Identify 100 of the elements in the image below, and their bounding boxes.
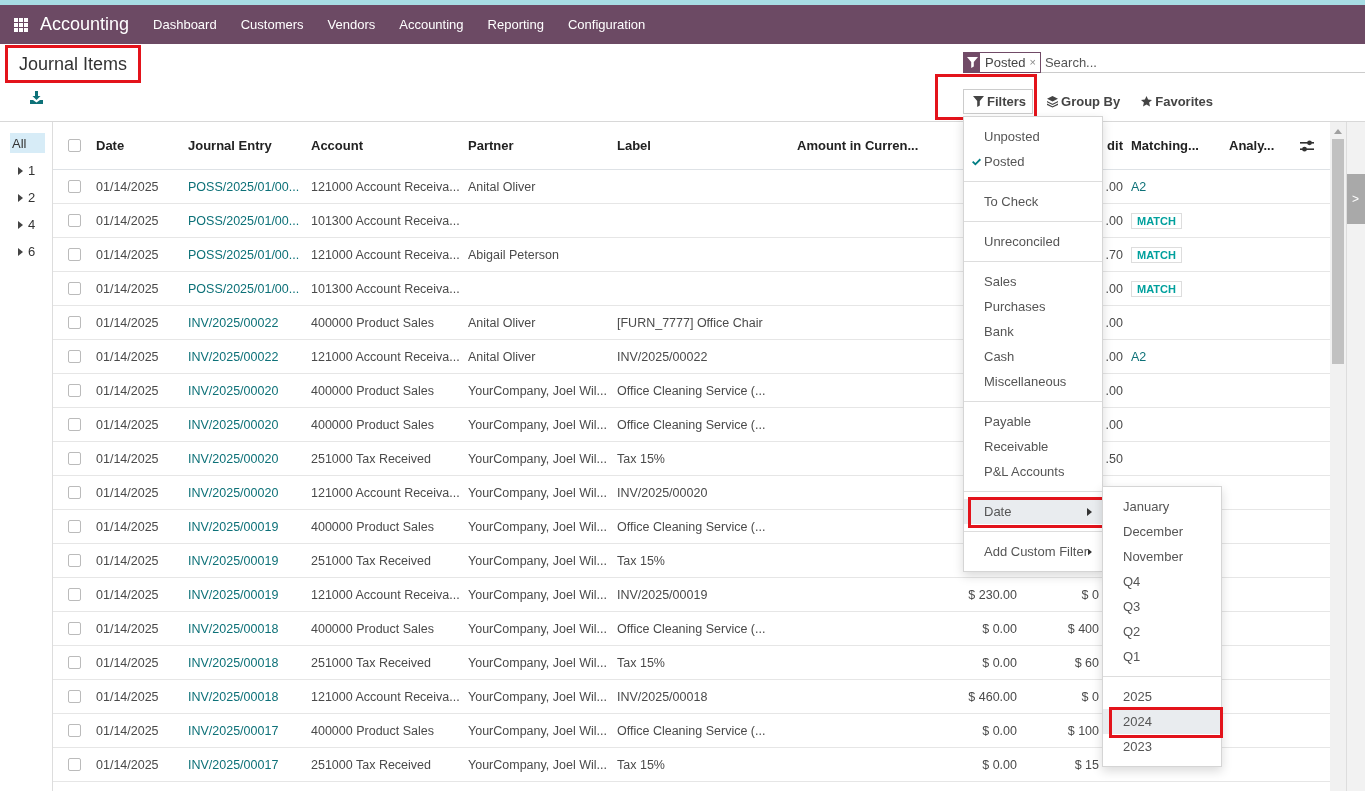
journal-entry-link[interactable]: INV/2025/00019 [188, 553, 279, 568]
menu-option[interactable]: Q1 [1103, 644, 1221, 669]
search-field[interactable]: Search... [1040, 52, 1365, 72]
sidebar-item[interactable]: 4 [10, 211, 52, 238]
sidebar-item[interactable]: All [10, 133, 45, 153]
checkbox[interactable] [68, 316, 81, 329]
menu-option[interactable]: To Check [964, 189, 1102, 214]
menu-option[interactable]: Miscellaneous [964, 369, 1102, 394]
remove-facet-button[interactable]: × [1029, 56, 1040, 68]
journal-entry-link[interactable]: POSS/2025/01/00... [188, 281, 300, 296]
menu-option[interactable]: Q4 [1103, 569, 1221, 594]
matching-link[interactable]: A2 [1131, 179, 1147, 194]
checkbox[interactable] [68, 588, 81, 601]
column-header[interactable]: Amount in Curren... [797, 138, 919, 153]
account-cell: 121000 Account Receiva... [311, 179, 460, 194]
menu-option[interactable]: 2025 [1103, 684, 1221, 709]
checkbox[interactable] [68, 520, 81, 533]
caret-icon [18, 247, 23, 256]
menu-option[interactable]: Add Custom Filter [964, 539, 1102, 564]
column-header[interactable]: Partner [468, 138, 514, 153]
date-cell: 01/14/2025 [96, 417, 159, 432]
column-header[interactable]: dit [1107, 138, 1123, 153]
menu-option[interactable]: November [1103, 544, 1221, 569]
account-cell: 400000 Product Sales [311, 621, 434, 636]
toolbar-button[interactable]: Filters [963, 89, 1033, 114]
account-cell: 121000 Account Receiva... [311, 349, 460, 364]
menu-option[interactable]: Unreconciled [964, 229, 1102, 254]
checkbox[interactable] [68, 248, 81, 261]
sidebar-item[interactable]: 2 [10, 184, 52, 211]
menu-item[interactable]: Dashboard [141, 17, 229, 32]
menu-option[interactable]: Sales [964, 269, 1102, 294]
menu-option[interactable]: Q3 [1103, 594, 1221, 619]
menu-option[interactable]: Cash [964, 344, 1102, 369]
sliders-icon[interactable] [1300, 139, 1314, 152]
account-cell: 400000 Product Sales [311, 315, 434, 330]
app-name[interactable]: Accounting [40, 14, 130, 35]
scroll-up-arrow-icon[interactable] [1334, 129, 1342, 134]
checkbox[interactable] [68, 554, 81, 567]
journal-entry-link[interactable]: INV/2025/00019 [188, 519, 279, 534]
menu-item[interactable]: Reporting [475, 17, 556, 32]
download-button[interactable] [27, 89, 46, 106]
menu-option[interactable]: P&L Accounts [964, 459, 1102, 484]
menu-item[interactable]: Configuration [555, 17, 658, 32]
column-header[interactable]: Date [96, 138, 125, 153]
journal-entry-link[interactable]: POSS/2025/01/00... [188, 247, 300, 262]
checkbox[interactable] [68, 486, 81, 499]
menu-item[interactable]: Customers [228, 17, 316, 32]
checkbox[interactable] [68, 656, 81, 669]
journal-entry-link[interactable]: INV/2025/00020 [188, 485, 279, 500]
checkbox[interactable] [68, 350, 81, 363]
journal-entry-link[interactable]: POSS/2025/01/00... [188, 213, 300, 228]
apps-grid-icon[interactable] [14, 17, 28, 32]
column-header[interactable]: Account [311, 138, 363, 153]
menu-option[interactable]: Unposted [964, 124, 1102, 149]
sidebar-item[interactable]: 1 [10, 157, 52, 184]
journal-entry-link[interactable]: INV/2025/00020 [188, 417, 279, 432]
menu-option[interactable]: Receivable [964, 434, 1102, 459]
filter-facet[interactable]: Posted × [963, 51, 1041, 73]
journal-entry-link[interactable]: INV/2025/00020 [188, 451, 279, 466]
menu-item[interactable]: Vendors [315, 17, 388, 32]
column-header[interactable]: Label [617, 138, 651, 153]
menu-option[interactable]: Purchases [964, 294, 1102, 319]
menu-option[interactable]: January [1103, 494, 1221, 519]
journal-entry-link[interactable]: INV/2025/00018 [188, 655, 279, 670]
scrollbar[interactable] [1330, 122, 1346, 791]
sidebar-item[interactable]: 6 [10, 238, 52, 265]
journal-entry-link[interactable]: INV/2025/00017 [188, 757, 279, 772]
checkbox[interactable] [68, 724, 81, 737]
menu-option[interactable]: December [1103, 519, 1221, 544]
menu-option[interactable]: Payable [964, 409, 1102, 434]
menu-option[interactable]: Posted [964, 149, 1102, 174]
column-header[interactable]: Analy... [1229, 138, 1275, 153]
column-header[interactable]: Journal Entry [188, 138, 272, 153]
menu-option[interactable]: Bank [964, 319, 1102, 344]
checkbox[interactable] [68, 690, 81, 703]
checkbox[interactable] [68, 452, 81, 465]
checkbox[interactable] [68, 180, 81, 193]
credit-cell: .00 [1105, 349, 1123, 364]
journal-entry-link[interactable]: INV/2025/00018 [188, 689, 279, 704]
journal-entry-link[interactable]: INV/2025/00020 [188, 383, 279, 398]
journal-entry-link[interactable]: INV/2025/00018 [188, 621, 279, 636]
checkbox[interactable] [68, 384, 81, 397]
menu-option[interactable]: Q2 [1103, 619, 1221, 644]
journal-entry-link[interactable]: POSS/2025/01/00... [188, 179, 300, 194]
journal-entry-link[interactable]: INV/2025/00019 [188, 587, 279, 602]
matching-link[interactable]: A2 [1131, 349, 1147, 364]
checkbox[interactable] [68, 418, 81, 431]
checkbox[interactable] [68, 622, 81, 635]
journal-entry-link[interactable]: INV/2025/00022 [188, 315, 279, 330]
journal-entry-link[interactable]: INV/2025/00022 [188, 349, 279, 364]
menu-option[interactable]: 2023 [1103, 734, 1221, 759]
journal-entry-link[interactable]: INV/2025/00017 [188, 723, 279, 738]
menu-item[interactable]: Accounting [387, 17, 476, 32]
checkbox[interactable] [68, 214, 81, 227]
column-header[interactable]: Matching... [1131, 138, 1199, 153]
checkbox[interactable] [68, 758, 81, 771]
checkbox[interactable] [68, 282, 81, 295]
checkbox[interactable] [68, 139, 81, 152]
credit-cell: $ 0 [1081, 587, 1099, 602]
caret-icon [18, 166, 23, 175]
